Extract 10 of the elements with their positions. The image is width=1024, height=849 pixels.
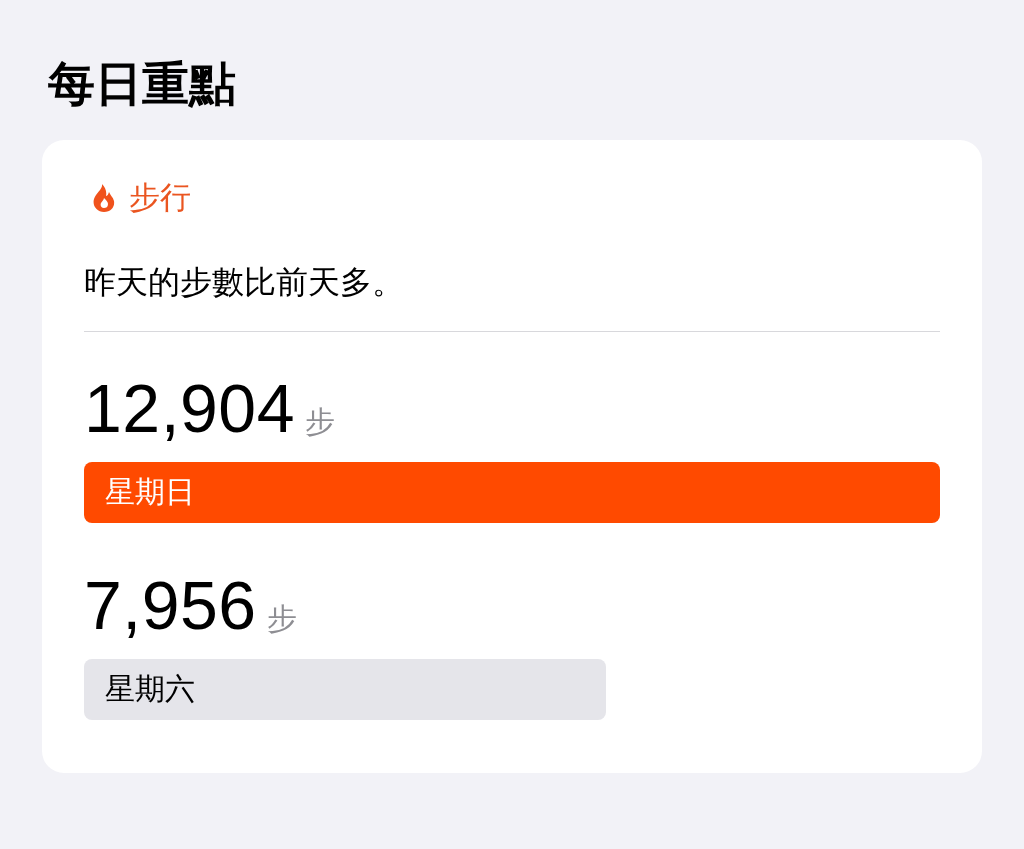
day-bar: 星期六 bbox=[84, 659, 607, 720]
step-count: 12,904 bbox=[84, 373, 295, 443]
day-bar: 星期日 bbox=[84, 462, 940, 523]
summary-text: 昨天的步數比前天多。 bbox=[84, 263, 405, 302]
category-label: 步行 bbox=[129, 179, 191, 217]
unit-label: 步 bbox=[305, 405, 335, 439]
flame-icon bbox=[93, 184, 115, 212]
step-count: 7,956 bbox=[84, 570, 257, 640]
page-title: 每日重點 bbox=[48, 56, 237, 112]
unit-label: 步 bbox=[266, 602, 297, 636]
